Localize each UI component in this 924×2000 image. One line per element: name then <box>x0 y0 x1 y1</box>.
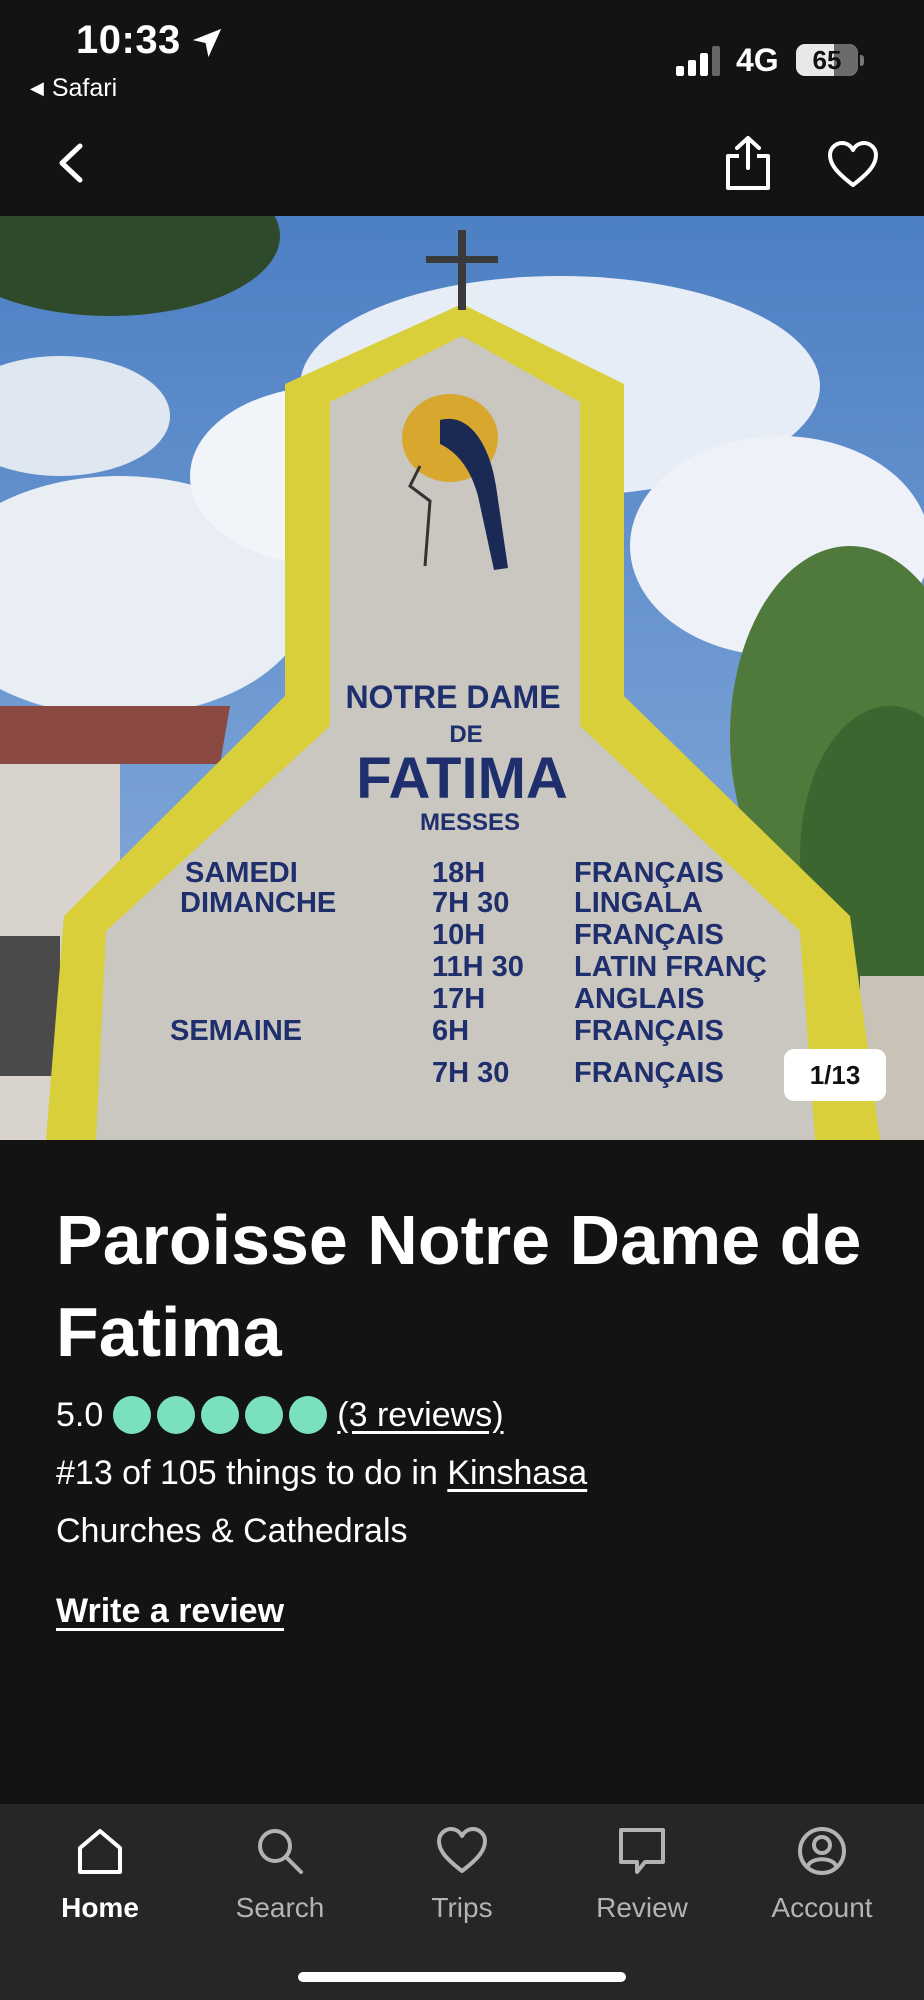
status-bar: 10:33 ◀ Safari 4G 65 <box>0 0 924 120</box>
rating-bubble-icon <box>245 1396 284 1434</box>
sign-time: 6H <box>432 1015 469 1047</box>
sign-day: SAMEDI <box>185 857 298 889</box>
tab-label: Review <box>596 1892 688 1923</box>
photo-counter: 1/13 <box>784 1049 886 1101</box>
network-type: 4G <box>736 42 779 78</box>
sign-lang: ANGLAIS <box>574 983 705 1015</box>
sign-line3: FATIMA <box>356 746 568 811</box>
tab-trips[interactable]: Trips <box>382 1824 542 1934</box>
partially-visible-section <box>56 1788 816 1800</box>
speech-bubble-icon <box>619 1828 665 1874</box>
tab-label: Search <box>235 1892 325 1923</box>
sign-lang: FRANÇAIS <box>574 919 724 951</box>
sign-line4: MESSES <box>420 809 520 836</box>
hero-photo[interactable]: NOTRE DAME DE FATIMA MESSES SAMEDI 18H F… <box>0 216 924 1140</box>
home-indicator <box>298 1972 626 1982</box>
status-time: 10:33 <box>76 18 181 62</box>
back-to-safari[interactable]: ◀ Safari <box>30 74 117 103</box>
battery-icon: 65 <box>796 44 858 76</box>
rating-value: 5.0 <box>56 1395 104 1434</box>
rating-row: 5.0 (3 reviews) <box>56 1390 504 1440</box>
sign-time: 7H 30 <box>432 887 509 919</box>
rating-bubble-icon <box>201 1396 240 1434</box>
sign-time: 7H 30 <box>432 1057 509 1089</box>
sign-lang: LINGALA <box>574 887 703 919</box>
bottom-tab-bar: Home Search Trips Review Account <box>0 1804 924 2000</box>
sign-lang: LATIN FRANÇ <box>574 951 767 983</box>
back-triangle-icon: ◀ <box>30 78 44 98</box>
heart-icon <box>437 1827 487 1873</box>
sign-lang: FRANÇAIS <box>574 1057 724 1089</box>
save-heart-icon[interactable] <box>826 140 880 190</box>
home-icon <box>78 1829 122 1874</box>
location-arrow-icon <box>192 28 222 58</box>
listing-title: Paroisse Notre Dame de Fatima <box>56 1201 862 1371</box>
rating-bubbles <box>113 1396 328 1434</box>
sign-day: SEMAINE <box>170 1015 302 1047</box>
tab-label: Account <box>771 1892 873 1923</box>
user-circle-icon <box>798 1827 846 1875</box>
tab-label: Trips <box>431 1892 493 1923</box>
tab-label: Home <box>61 1892 139 1923</box>
rank-prefix: #13 of 105 things to do in <box>56 1454 448 1492</box>
cellular-signal-icon <box>676 46 720 76</box>
rating-bubble-icon <box>113 1396 152 1434</box>
write-review-link[interactable]: Write a review <box>56 1592 284 1631</box>
tab-search[interactable]: Search <box>200 1824 360 1934</box>
share-icon[interactable] <box>722 134 774 192</box>
sign-lang: FRANÇAIS <box>574 857 724 889</box>
battery-tip <box>860 55 864 66</box>
sign-time: 10H <box>432 919 485 951</box>
back-app-label: Safari <box>51 74 118 102</box>
back-chevron-icon[interactable] <box>50 138 94 188</box>
sign-line2: DE <box>449 721 482 748</box>
tab-review[interactable]: Review <box>562 1824 722 1934</box>
category-text: Churches & Cathedrals <box>56 1512 408 1550</box>
sign-time: 18H <box>432 857 485 889</box>
ranking-text: #13 of 105 things to do in Kinshasa <box>56 1454 587 1493</box>
sign-time: 17H <box>432 983 485 1015</box>
reviews-link[interactable]: (3 reviews) <box>337 1396 503 1435</box>
tab-home[interactable]: Home <box>20 1824 180 1934</box>
search-icon <box>258 1829 303 1874</box>
sign-day: DIMANCHE <box>180 887 336 919</box>
tab-account[interactable]: Account <box>742 1824 902 1934</box>
battery-level: 65 <box>812 44 842 75</box>
rating-bubble-icon <box>157 1396 196 1434</box>
sign-line1: NOTRE DAME <box>345 679 560 715</box>
sign-lang: FRANÇAIS <box>574 1015 724 1047</box>
church-sign-image: NOTRE DAME DE FATIMA MESSES SAMEDI 18H F… <box>0 216 924 1140</box>
rating-bubble-icon <box>289 1396 328 1434</box>
city-link[interactable]: Kinshasa <box>447 1454 587 1492</box>
sign-time: 11H 30 <box>432 951 524 983</box>
